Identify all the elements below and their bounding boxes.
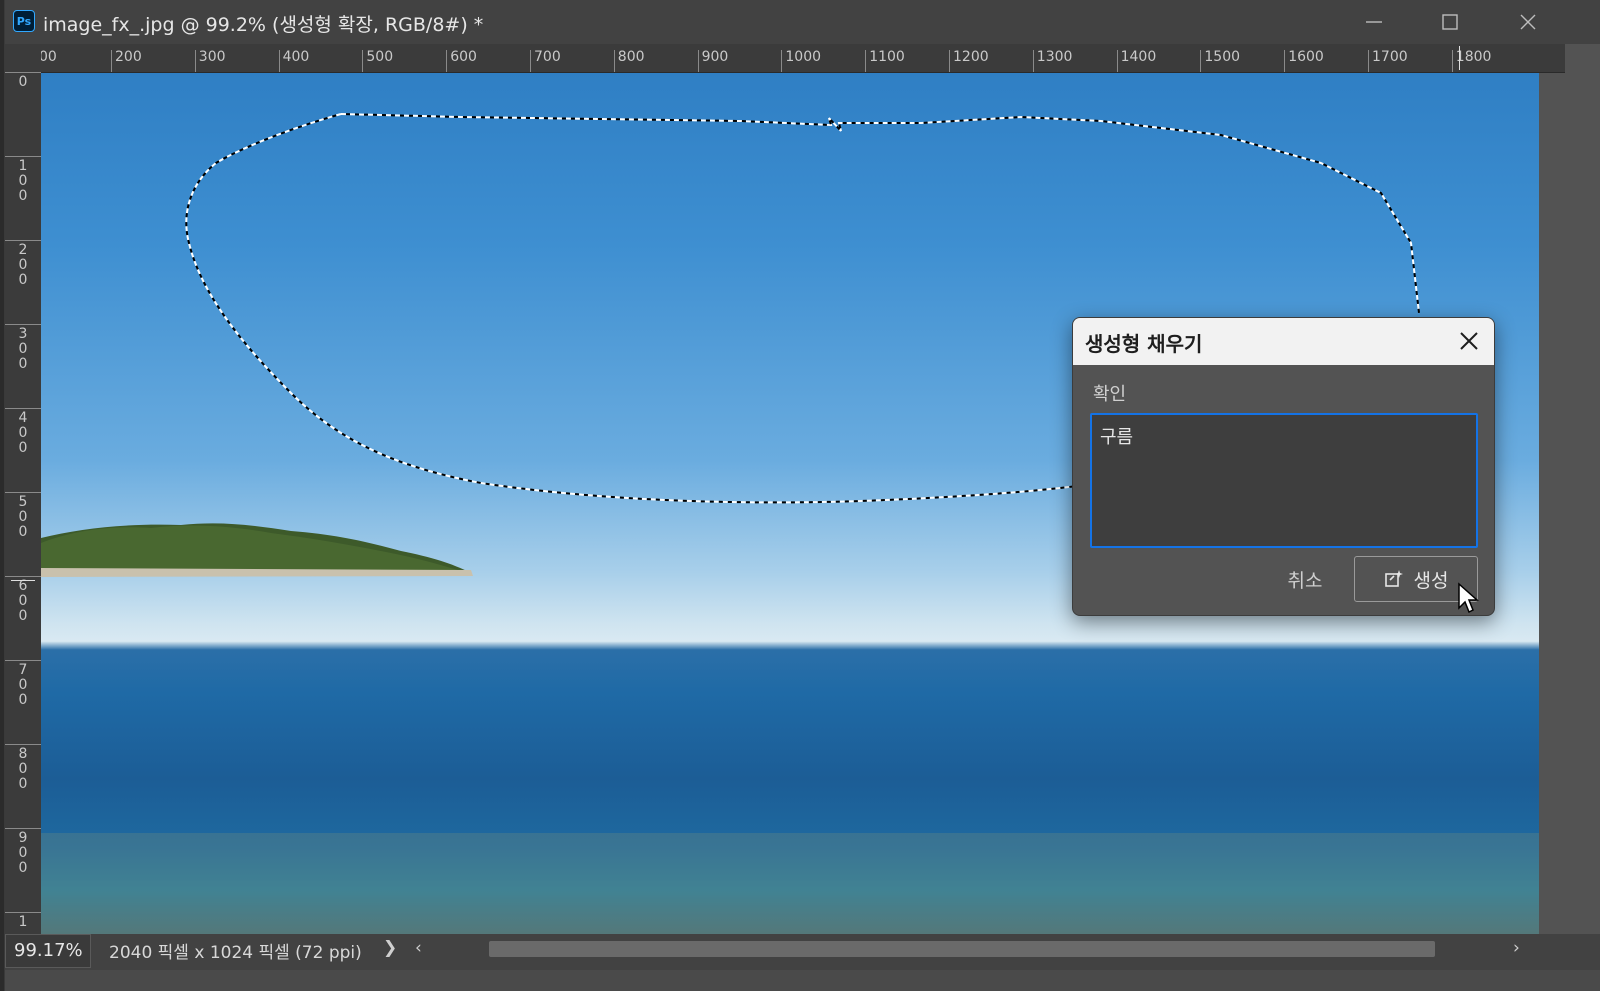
horizontal-scrollbar-thumb[interactable]: [489, 941, 1435, 957]
cancel-button[interactable]: 취소: [1273, 564, 1337, 598]
close-icon: [1520, 14, 1536, 30]
ruler-tick-label: 1800: [1451, 50, 1491, 72]
status-expand-arrow-icon[interactable]: ❯: [383, 938, 397, 958]
ruler-tick-label: 600: [5, 576, 41, 624]
ruler-corner[interactable]: [5, 44, 41, 72]
close-icon: [1460, 332, 1478, 350]
ruler-tick-label: 1: [5, 912, 41, 930]
ruler-tick-label: 1600: [1284, 50, 1324, 72]
ruler-tick-label: 1100: [865, 50, 905, 72]
prompt-input[interactable]: [1090, 413, 1478, 548]
dialog-close-button[interactable]: [1458, 330, 1480, 352]
ruler-tick-label: 1000: [781, 50, 821, 72]
ruler-tick-label: 300: [194, 50, 226, 72]
generate-sparkle-icon: [1384, 570, 1403, 587]
ruler-tick-label: 1700: [1368, 50, 1408, 72]
prompt-label: 확인: [1093, 384, 1127, 405]
title-bar: Ps image_fx_.jpg @ 99.2% (생성형 확장, RGB/8#…: [5, 0, 1600, 44]
maximize-icon: [1442, 14, 1458, 30]
close-window-button[interactable]: [1505, 6, 1551, 38]
ruler-cursor-marker: [1459, 46, 1460, 70]
mouse-pointer-icon: [1458, 582, 1479, 614]
ruler-tick-label: 900: [697, 50, 728, 72]
ruler-tick-label: 800: [613, 50, 645, 72]
island-trees: [41, 525, 461, 571]
ruler-tick-label: 700: [530, 50, 561, 72]
dialog-title: 생성형 채우기: [1085, 332, 1203, 356]
ruler-tick-label: 100: [5, 156, 41, 204]
lasso-selection-top: [340, 113, 1420, 314]
zoom-level-field[interactable]: 99.17%: [5, 934, 91, 968]
horizontal-ruler[interactable]: 00 200 300 400 500 600 700 800 900 1000 1100 1200 13…: [41, 44, 1565, 73]
shallow-water: [41, 833, 1539, 934]
ruler-tick-label: 700: [5, 660, 41, 708]
minimize-button[interactable]: [1351, 6, 1397, 38]
dialog-header: 생성형 채우기: [1073, 318, 1494, 365]
generative-fill-dialog: 생성형 채우기 확인 취소 생성: [1072, 317, 1495, 616]
ruler-tick-label: 400: [278, 50, 309, 72]
ruler-tick-label: 1500: [1200, 50, 1240, 72]
generate-button-label: 생성: [1413, 569, 1449, 592]
ruler-tick-label: 0: [5, 72, 41, 90]
scroll-left-arrow-icon[interactable]: ‹: [415, 938, 422, 958]
maximize-button[interactable]: [1427, 6, 1473, 38]
document-dimensions: 2040 픽셀 x 1024 픽셀 (72 ppi): [109, 943, 362, 963]
scroll-right-arrow-icon[interactable]: ›: [1513, 938, 1520, 958]
window-bottom-edge: [5, 970, 1600, 991]
vertical-ruler[interactable]: 0 100 200 300 400 500 600 700 800 900 1: [5, 72, 42, 954]
minimize-icon: [1366, 21, 1382, 23]
ruler-tick-label: 300: [5, 324, 41, 372]
ruler-tick-label: 1200: [949, 50, 989, 72]
ruler-tick-label: 200: [5, 240, 41, 288]
ruler-tick-label: 500: [5, 492, 41, 540]
ruler-tick-label: 600: [446, 50, 477, 72]
ruler-cursor-marker: [11, 580, 35, 581]
ruler-tick-label: 500: [362, 50, 393, 72]
ruler-tick-label: 900: [5, 828, 41, 876]
ruler-tick-label: 00: [41, 50, 57, 72]
lasso-selection: [185, 113, 1078, 504]
ruler-tick-label: 1300: [1032, 50, 1072, 72]
canvas-right-margin: [1539, 73, 1565, 934]
photoshop-logo-icon: Ps: [13, 10, 35, 32]
ruler-tick-label: 800: [5, 744, 41, 792]
ruler-tick-label: 400: [5, 408, 41, 456]
ruler-tick-label: 1400: [1116, 50, 1156, 72]
document-title: image_fx_.jpg @ 99.2% (생성형 확장, RGB/8#) *: [43, 14, 484, 36]
ruler-tick-label: 200: [111, 50, 142, 72]
